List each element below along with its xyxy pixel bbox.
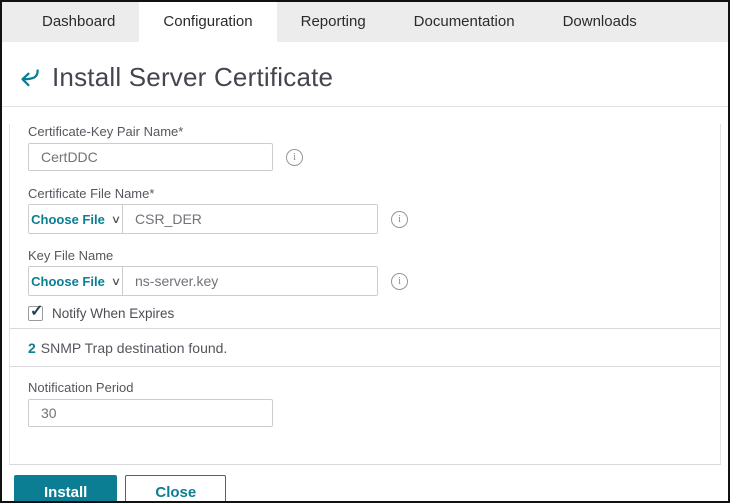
cert-file-choose-button[interactable]: Choose File ∨: [29, 205, 123, 233]
tab-reporting[interactable]: Reporting: [277, 2, 390, 42]
chevron-down-icon: ∨: [110, 213, 122, 226]
back-arrow-icon[interactable]: [16, 64, 42, 90]
key-file-control: Choose File ∨: [28, 266, 378, 296]
key-file-label: Key File Name: [28, 248, 114, 263]
checkmark-icon: ✓: [30, 303, 44, 320]
notify-when-expires-checkbox[interactable]: ✓: [28, 303, 43, 321]
close-button[interactable]: Close: [125, 475, 227, 501]
tab-documentation[interactable]: Documentation: [390, 2, 539, 42]
chevron-down-icon: ∨: [110, 275, 122, 288]
info-icon[interactable]: i: [391, 272, 408, 290]
snmp-trap-count: 2: [28, 340, 36, 356]
top-tab-bar: Dashboard Configuration Reporting Docume…: [2, 2, 728, 42]
key-file-choose-button[interactable]: Choose File ∨: [29, 267, 123, 295]
snmp-trap-notice: 2 SNMP Trap destination found.: [28, 329, 702, 366]
notification-period-input[interactable]: [28, 399, 273, 427]
page-title: Install Server Certificate: [52, 61, 334, 92]
install-button[interactable]: Install: [14, 475, 118, 501]
tab-dashboard[interactable]: Dashboard: [18, 2, 139, 42]
divider: [10, 366, 720, 367]
notification-period-label: Notification Period: [28, 380, 134, 395]
notify-when-expires-label: Notify When Expires: [52, 306, 175, 321]
form-actions: Install Close: [2, 465, 728, 501]
info-icon[interactable]: i: [391, 210, 408, 228]
app-window: Dashboard Configuration Reporting Docume…: [0, 0, 730, 503]
info-icon[interactable]: i: [286, 148, 303, 166]
cert-file-label: Certificate File Name*: [28, 186, 155, 201]
notify-when-expires-row: ✓ Notify When Expires: [28, 303, 702, 321]
install-certificate-form: Certificate-Key Pair Name* i Certificate…: [9, 124, 721, 465]
cert-file-control: Choose File ∨: [28, 204, 378, 234]
page-header: Install Server Certificate: [2, 42, 728, 107]
tab-downloads[interactable]: Downloads: [539, 2, 661, 42]
cert-key-pair-input[interactable]: [28, 143, 273, 171]
choose-file-label: Choose File: [31, 211, 105, 227]
tab-configuration[interactable]: Configuration: [139, 2, 277, 42]
snmp-trap-text: SNMP Trap destination found.: [40, 340, 228, 356]
key-file-name-input[interactable]: [123, 267, 377, 295]
cert-file-name-input[interactable]: [123, 205, 377, 233]
cert-key-pair-label: Certificate-Key Pair Name*: [28, 124, 184, 139]
choose-file-label: Choose File: [31, 273, 105, 289]
